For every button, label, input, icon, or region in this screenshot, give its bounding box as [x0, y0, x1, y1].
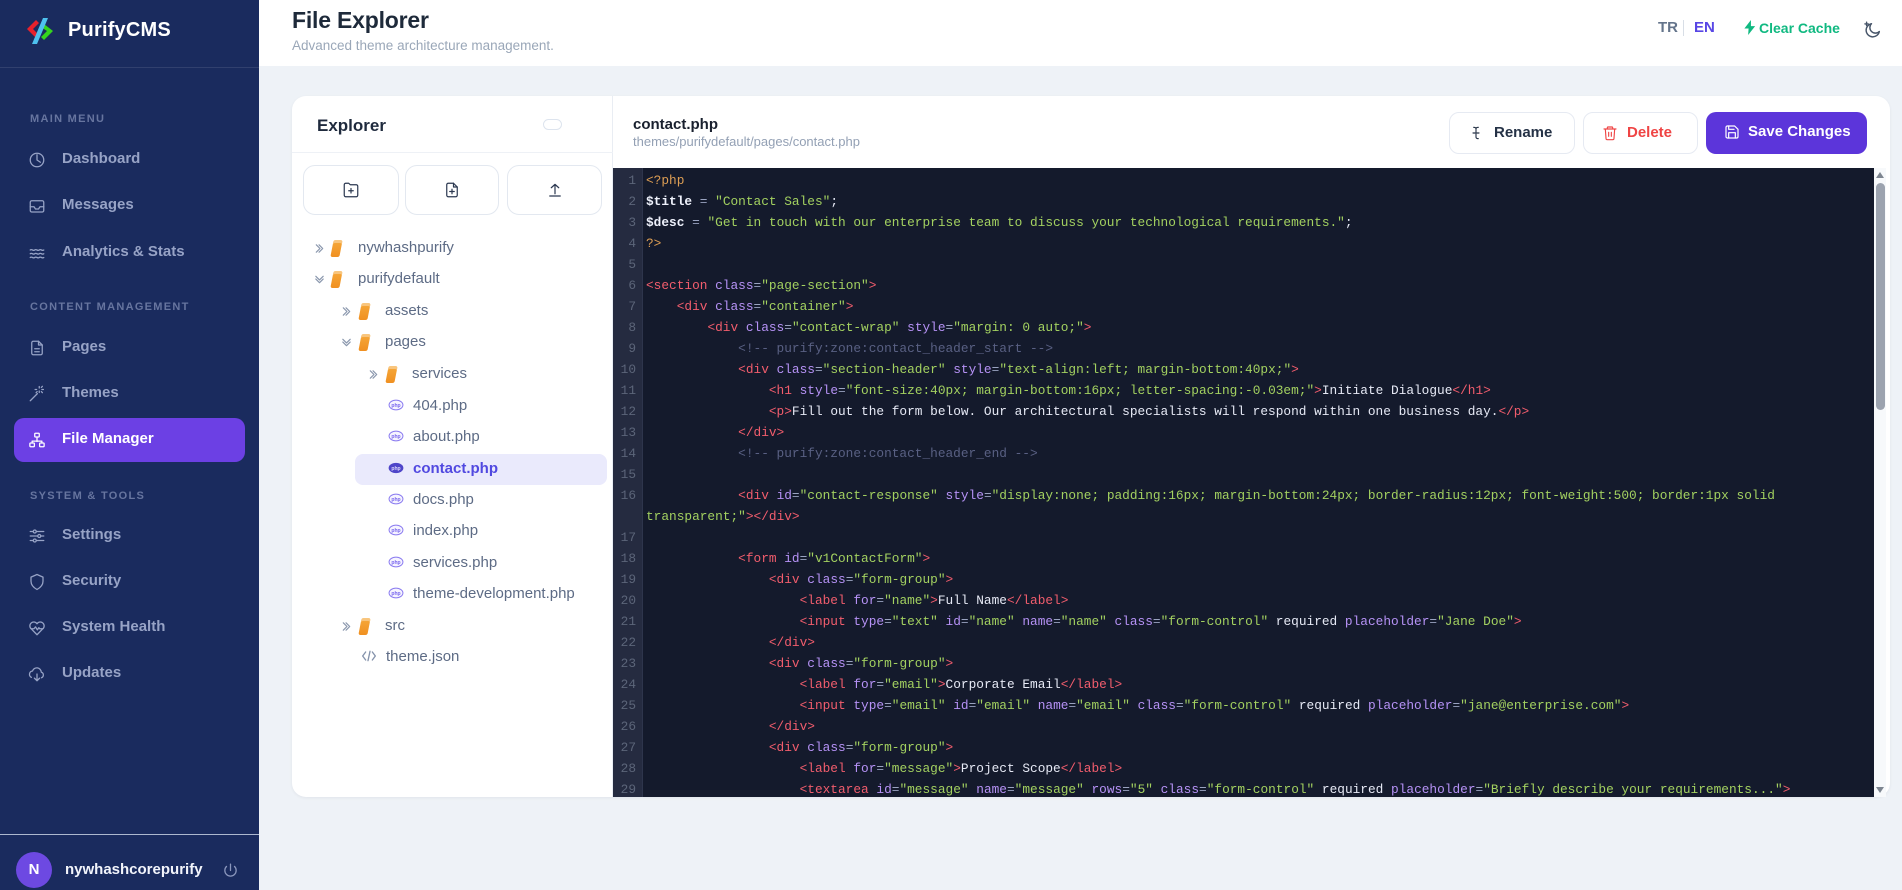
svg-text:php: php [391, 528, 400, 534]
svg-text:php: php [391, 434, 400, 440]
svg-text:php: php [391, 560, 400, 566]
svg-text:php: php [391, 403, 400, 409]
svg-text:php: php [391, 591, 400, 597]
svg-text:php: php [391, 466, 400, 472]
svg-text:php: php [391, 497, 400, 503]
